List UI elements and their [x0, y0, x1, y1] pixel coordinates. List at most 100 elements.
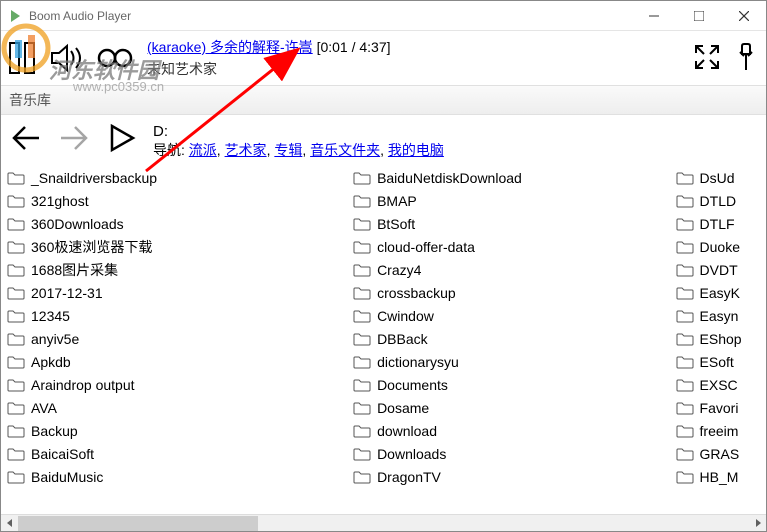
window-title: Boom Audio Player: [29, 9, 631, 23]
list-item[interactable]: DragonTV: [351, 465, 673, 488]
list-item[interactable]: 12345: [5, 304, 351, 327]
maximize-button[interactable]: [676, 1, 721, 31]
list-item[interactable]: crossbackup: [351, 281, 673, 304]
list-item[interactable]: EShop: [674, 327, 762, 350]
list-item[interactable]: DTLD: [674, 189, 762, 212]
folder-name: DsUd: [700, 170, 735, 186]
crumb-album[interactable]: 专辑: [274, 142, 302, 158]
folder-name: freeim: [700, 423, 739, 439]
folder-name: anyiv5e: [31, 331, 79, 347]
track-artist: 未知艺术家: [147, 59, 684, 79]
folder-name: 1688图片采集: [31, 260, 118, 280]
folder-name: dictionarysyu: [377, 354, 459, 370]
folder-name: Crazy4: [377, 262, 421, 278]
list-item[interactable]: BaiduMusic: [5, 465, 351, 488]
list-item[interactable]: BaicaiSoft: [5, 442, 351, 465]
folder-name: EShop: [700, 331, 742, 347]
list-item[interactable]: 2017-12-31: [5, 281, 351, 304]
close-button[interactable]: [721, 1, 766, 31]
track-title-link[interactable]: (karaoke) 多余的解释-许嵩: [147, 39, 313, 55]
current-path: D:: [153, 123, 758, 140]
folder-name: 12345: [31, 308, 70, 324]
list-item[interactable]: Duoke: [674, 235, 762, 258]
folder-name: DTLD: [700, 193, 737, 209]
list-item[interactable]: DBBack: [351, 327, 673, 350]
breadcrumb: 导航: 流派, 艺术家, 专辑, 音乐文件夹, 我的电脑: [153, 140, 758, 160]
list-item[interactable]: Dosame: [351, 396, 673, 419]
folder-name: Documents: [377, 377, 448, 393]
list-item[interactable]: anyiv5e: [5, 327, 351, 350]
list-item[interactable]: GRAS: [674, 442, 762, 465]
list-item[interactable]: Araindrop output: [5, 373, 351, 396]
crumb-artist[interactable]: 艺术家: [225, 142, 267, 158]
horizontal-scrollbar[interactable]: [1, 514, 766, 531]
list-item[interactable]: BtSoft: [351, 212, 673, 235]
list-item[interactable]: Backup: [5, 419, 351, 442]
list-item[interactable]: ESoft: [674, 350, 762, 373]
back-button[interactable]: [9, 121, 43, 155]
crumb-genre[interactable]: 流派: [189, 142, 217, 158]
scroll-right-arrow[interactable]: [749, 515, 766, 532]
list-item[interactable]: freeim: [674, 419, 762, 442]
folder-name: 321ghost: [31, 193, 89, 209]
list-item[interactable]: 360极速浏览器下载: [5, 235, 351, 258]
titlebar: Boom Audio Player: [1, 1, 766, 31]
list-item[interactable]: cloud-offer-data: [351, 235, 673, 258]
folder-name: DragonTV: [377, 469, 441, 485]
list-item[interactable]: 321ghost: [5, 189, 351, 212]
list-item[interactable]: 360Downloads: [5, 212, 351, 235]
library-label: 音乐库: [1, 85, 766, 115]
folder-name: Favori: [700, 400, 739, 416]
folder-name: GRAS: [700, 446, 740, 462]
list-item[interactable]: Downloads: [351, 442, 673, 465]
folder-name: EXSC: [700, 377, 738, 393]
folder-name: BaicaiSoft: [31, 446, 94, 462]
crumb-folder[interactable]: 音乐文件夹: [310, 142, 380, 158]
list-item[interactable]: BaiduNetdiskDownload: [351, 166, 673, 189]
folder-name: Backup: [31, 423, 78, 439]
folder-name: BaiduMusic: [31, 469, 103, 485]
play-all-button[interactable]: [105, 121, 139, 155]
list-item[interactable]: Apkdb: [5, 350, 351, 373]
list-item[interactable]: _Snaildriversbackup: [5, 166, 351, 189]
navigation-bar: D: 导航: 流派, 艺术家, 专辑, 音乐文件夹, 我的电脑: [1, 115, 766, 166]
list-item[interactable]: Favori: [674, 396, 762, 419]
list-item[interactable]: DsUd: [674, 166, 762, 189]
folder-name: Cwindow: [377, 308, 434, 324]
scroll-thumb[interactable]: [18, 516, 258, 531]
fullscreen-icon[interactable]: [694, 44, 720, 73]
list-item[interactable]: download: [351, 419, 673, 442]
folder-name: DVDT: [700, 262, 738, 278]
folder-name: crossbackup: [377, 285, 456, 301]
folder-name: Easyn: [700, 308, 739, 324]
pause-button[interactable]: [5, 40, 41, 76]
list-item[interactable]: DTLF: [674, 212, 762, 235]
list-item[interactable]: EXSC: [674, 373, 762, 396]
folder-name: EasyK: [700, 285, 740, 301]
breadcrumb-prefix: 导航:: [153, 142, 189, 158]
volume-icon[interactable]: [51, 40, 87, 76]
folder-name: 360Downloads: [31, 216, 124, 232]
list-item[interactable]: 1688图片采集: [5, 258, 351, 281]
folder-name: 2017-12-31: [31, 285, 103, 301]
list-item[interactable]: AVA: [5, 396, 351, 419]
list-item[interactable]: EasyK: [674, 281, 762, 304]
track-time: [0:01 / 4:37]: [317, 39, 391, 55]
list-item[interactable]: BMAP: [351, 189, 673, 212]
list-item[interactable]: DVDT: [674, 258, 762, 281]
list-item[interactable]: Crazy4: [351, 258, 673, 281]
minimize-button[interactable]: [631, 1, 676, 31]
settings-icon[interactable]: [734, 42, 758, 75]
list-item[interactable]: Easyn: [674, 304, 762, 327]
loop-icon[interactable]: [97, 40, 133, 76]
folder-name: BaiduNetdiskDownload: [377, 170, 522, 186]
folder-name: BtSoft: [377, 216, 415, 232]
list-item[interactable]: Cwindow: [351, 304, 673, 327]
list-item[interactable]: HB_M: [674, 465, 762, 488]
list-item[interactable]: dictionarysyu: [351, 350, 673, 373]
folder-name: Duoke: [700, 239, 740, 255]
list-item[interactable]: Documents: [351, 373, 673, 396]
crumb-computer[interactable]: 我的电脑: [388, 142, 444, 158]
scroll-left-arrow[interactable]: [1, 515, 18, 532]
forward-button[interactable]: [57, 121, 91, 155]
